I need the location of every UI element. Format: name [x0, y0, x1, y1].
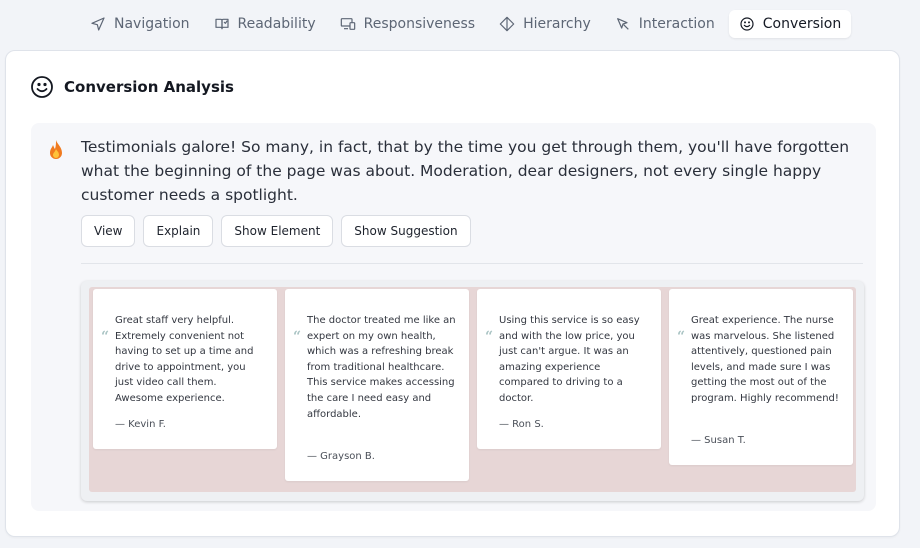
finding-text: Testimonials galore! So many, in fact, t…	[81, 138, 850, 204]
testimonial-text: The doctor treated me like an expert on …	[307, 315, 456, 420]
show-suggestion-button[interactable]: Show Suggestion	[341, 215, 471, 247]
testimonial-author: — Ron S.	[499, 419, 544, 430]
diamond-layers-icon	[499, 16, 515, 32]
tab-label: Hierarchy	[523, 16, 591, 32]
quote-mark-icon: “	[101, 329, 109, 345]
smiley-icon	[31, 76, 53, 98]
element-preview: “ Great staff very helpful. Extremely co…	[81, 281, 864, 501]
smiley-icon	[740, 17, 754, 31]
card-title: Conversion Analysis	[64, 78, 234, 96]
tab-label: Navigation	[114, 16, 190, 32]
quote-mark-icon: “	[677, 329, 685, 345]
divider	[81, 263, 863, 264]
tab-conversion[interactable]: Conversion	[728, 10, 852, 38]
card-header: Conversion Analysis	[30, 75, 234, 99]
testimonial-text: Great experience. The nurse was marvelou…	[691, 315, 839, 404]
quote-mark-icon: “	[293, 329, 301, 345]
navigation-arrow-icon	[91, 17, 105, 31]
testimonial-card: “ Using this service is so easy and with…	[477, 289, 661, 449]
testimonial-author: — Grayson B.	[307, 451, 375, 462]
quote-mark-icon: “	[485, 329, 493, 345]
testimonial-text: Using this service is so easy and with t…	[499, 315, 640, 404]
fire-icon	[50, 140, 62, 159]
tab-readability[interactable]: Readability	[204, 10, 326, 38]
testimonial-card: “ Great staff very helpful. Extremely co…	[93, 289, 277, 449]
tab-label: Responsiveness	[363, 16, 476, 32]
analysis-tabs: Navigation Readability Responsiveness Hi…	[0, 6, 920, 42]
testimonials-section: “ Great staff very helpful. Extremely co…	[89, 287, 856, 492]
cursor-click-icon	[616, 18, 629, 30]
testimonial-card: “ Great experience. The nurse was marvel…	[669, 289, 853, 465]
tab-navigation[interactable]: Navigation	[80, 10, 200, 38]
tab-interaction[interactable]: Interaction	[605, 10, 725, 38]
tab-label: Interaction	[638, 16, 715, 32]
tab-responsiveness[interactable]: Responsiveness	[330, 10, 486, 38]
explain-button[interactable]: Explain	[143, 215, 214, 247]
view-button[interactable]: View	[81, 215, 136, 247]
finding-actions: View Explain Show Element Show Suggestio…	[81, 215, 471, 247]
tab-label: Readability	[237, 16, 316, 32]
testimonial-author: — Kevin F.	[115, 419, 166, 430]
testimonial-text: Great staff very helpful. Extremely conv…	[115, 315, 254, 404]
book-icon	[214, 18, 229, 30]
show-element-button[interactable]: Show Element	[221, 215, 334, 247]
devices-icon	[340, 18, 355, 30]
testimonial-card: “ The doctor treated me like an expert o…	[285, 289, 469, 481]
tab-label: Conversion	[762, 16, 842, 32]
testimonial-author: — Susan T.	[691, 435, 746, 446]
conversion-analysis-card: Conversion Analysis Testimonials galore!…	[5, 50, 900, 537]
finding-panel: Testimonials galore! So many, in fact, t…	[31, 123, 876, 511]
tab-hierarchy[interactable]: Hierarchy	[489, 10, 601, 38]
